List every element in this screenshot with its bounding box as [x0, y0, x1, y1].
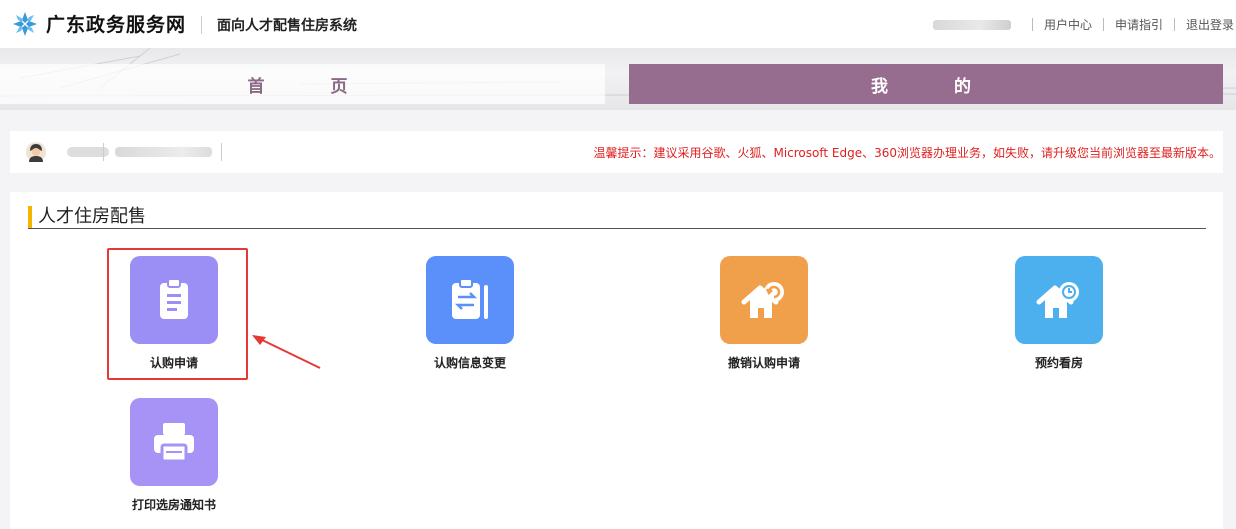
service-panel: 人才住房配售 认购申请 认购信息变更 撤销认购申请 预约看房 打印选房通知书	[10, 192, 1223, 529]
browser-tip: 温馨提示：建议采用谷歌、火狐、Microsoft Edge、360浏览器办理业务…	[593, 146, 1221, 160]
system-name: 面向人才配售住房系统	[217, 18, 357, 34]
printer-icon	[130, 398, 218, 486]
logout-link[interactable]: 退出登录	[1186, 16, 1234, 33]
top-links: 用户中心 申请指引 退出登录	[932, 16, 1236, 33]
tab-home[interactable]: 首 页	[0, 64, 605, 104]
username-redacted	[932, 19, 1011, 30]
service-label: 认购信息变更	[433, 356, 506, 370]
user-center-link[interactable]: 用户中心	[1044, 16, 1092, 33]
guangdong-logo-icon[interactable]	[12, 11, 38, 37]
service-label: 撤销认购申请	[727, 356, 800, 370]
section-underline	[28, 228, 1206, 229]
exchange-clipboard-icon	[426, 256, 514, 344]
divider	[221, 143, 222, 161]
house-viewing-appointment-button[interactable]: 预约看房	[979, 256, 1139, 371]
service-label: 预约看房	[1034, 356, 1083, 370]
divider	[103, 143, 104, 161]
annotation-arrow-icon	[252, 335, 321, 369]
tab-mine[interactable]: 我 的	[629, 64, 1223, 104]
divider	[1031, 18, 1033, 31]
house-undo-icon	[720, 256, 808, 344]
top-header: 广东政务服务网 面向人才配售住房系统 用户中心 申请指引 退出登录	[0, 0, 1236, 48]
purchase-info-change-button[interactable]: 认购信息变更	[390, 256, 550, 371]
print-notice-button[interactable]: 打印选房通知书	[94, 398, 254, 513]
brand-title[interactable]: 广东政务服务网	[46, 10, 186, 37]
cancel-purchase-button[interactable]: 撤销认购申请	[684, 256, 844, 371]
highlight-box	[107, 248, 248, 380]
divider	[1102, 18, 1104, 31]
avatar-icon	[26, 142, 46, 162]
section-title: 人才住房配售	[28, 206, 146, 228]
user-info-bar: 温馨提示：建议采用谷歌、火狐、Microsoft Edge、360浏览器办理业务…	[10, 131, 1223, 173]
divider	[1173, 18, 1175, 31]
id-redacted	[115, 147, 212, 157]
divider	[201, 16, 202, 34]
application-guide-link[interactable]: 申请指引	[1115, 16, 1163, 33]
service-label: 打印选房通知书	[131, 498, 216, 512]
house-clock-icon	[1015, 256, 1103, 344]
